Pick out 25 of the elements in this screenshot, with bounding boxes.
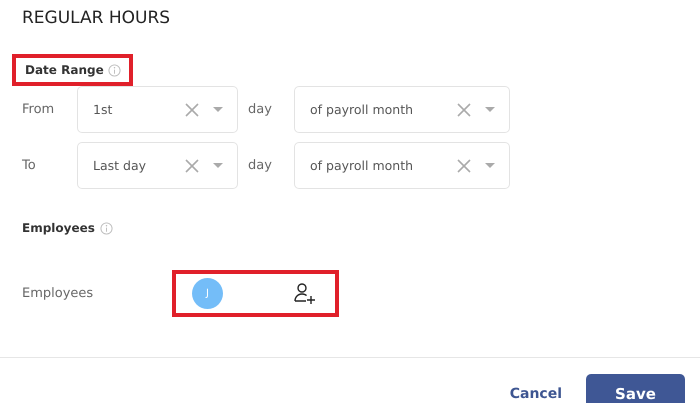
select-field[interactable]: of payroll month: [294, 142, 510, 189]
unit-label: day: [247, 158, 273, 173]
section-heading: Employees: [22, 221, 95, 235]
clear-icon[interactable]: [185, 158, 199, 172]
clear-icon[interactable]: [457, 102, 471, 116]
caret-icon[interactable]: [485, 163, 495, 168]
clear-icon[interactable]: [185, 102, 199, 116]
section-title: REGULAR HOURS: [21, 7, 172, 30]
caret-icon[interactable]: [213, 107, 223, 112]
row-label: From: [22, 102, 56, 117]
cancel-button[interactable]: Cancel: [510, 382, 562, 403]
clear-icon[interactable]: [457, 158, 471, 172]
caret-icon[interactable]: [485, 107, 495, 112]
select-field[interactable]: of payroll month: [294, 86, 510, 133]
field-label: Employees: [22, 286, 94, 301]
unit-label: day: [247, 102, 273, 117]
save-button[interactable]: Save: [586, 374, 685, 403]
add-user-icon[interactable]: [293, 282, 317, 306]
caret-icon[interactable]: [213, 163, 223, 168]
info-icon[interactable]: [100, 222, 113, 234]
select-field[interactable]: 1st: [77, 86, 238, 133]
select-field[interactable]: Last day: [77, 142, 238, 189]
section-heading: Date Range: [25, 63, 104, 77]
row-label: To: [22, 158, 37, 173]
info-icon[interactable]: [108, 64, 121, 76]
